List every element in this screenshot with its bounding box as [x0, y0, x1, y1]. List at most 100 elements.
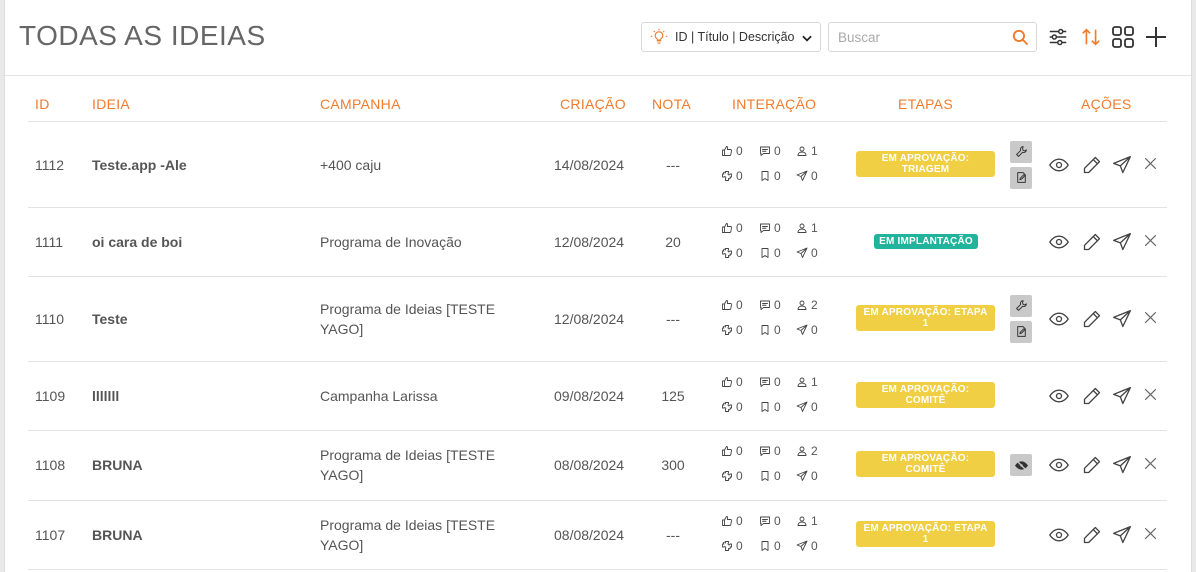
- stage-config-button[interactable]: [1010, 140, 1032, 163]
- comment-icon: [760, 446, 770, 456]
- idea-title[interactable]: oi cara de boi: [92, 232, 182, 252]
- grid-view-icon[interactable]: [1111, 25, 1135, 49]
- like-icon: [722, 145, 732, 156]
- col-header-campanha[interactable]: CAMPANHA: [320, 96, 401, 112]
- view-icon[interactable]: [1049, 309, 1069, 329]
- col-header-etapas[interactable]: ETAPAS: [898, 96, 953, 112]
- idea-score: 300: [661, 457, 685, 473]
- stage-badge[interactable]: EM APROVAÇÃO: ETAPA 1: [856, 304, 995, 331]
- search-input[interactable]: [829, 23, 999, 51]
- row-divider: [28, 361, 1167, 362]
- stage-evaluate-button[interactable]: [1010, 166, 1032, 189]
- search-field-select[interactable]: ID | Título | Descrição: [641, 22, 821, 52]
- bookmark-icon: [761, 471, 769, 481]
- stage-label: EM IMPLANTAÇÃO: [879, 236, 973, 247]
- share-icon[interactable]: [1112, 386, 1132, 406]
- interaction-comments-count: 0: [774, 444, 781, 458]
- campaign-name: Campanha Larissa: [320, 387, 438, 404]
- interaction-sends: 0: [796, 469, 818, 483]
- edit-icon[interactable]: [1082, 155, 1102, 175]
- view-icon[interactable]: [1049, 455, 1069, 475]
- bookmark-icon: [761, 170, 769, 181]
- share-icon[interactable]: [1112, 155, 1132, 175]
- idea-id: 1110: [35, 310, 65, 327]
- send-icon: [796, 247, 808, 258]
- edit-icon[interactable]: [1082, 386, 1102, 406]
- add-icon[interactable]: [1144, 25, 1168, 49]
- edit-icon[interactable]: [1082, 309, 1102, 329]
- idea-title[interactable]: BRUNA: [92, 455, 143, 475]
- col-header-nota[interactable]: NOTA: [652, 96, 691, 112]
- view-icon[interactable]: [1049, 155, 1069, 175]
- interaction-comments-count: 0: [774, 513, 781, 528]
- stage-badge[interactable]: EM IMPLANTAÇÃO: [874, 234, 978, 249]
- interaction-puzzle: 0: [721, 169, 743, 183]
- wrench-icon: [1015, 300, 1027, 311]
- interaction-sends: 0: [796, 169, 818, 183]
- user-icon: [797, 300, 807, 310]
- col-header-interacao[interactable]: INTERAÇÃO: [732, 96, 816, 112]
- interaction-bookmarks: 0: [759, 323, 781, 337]
- view-icon[interactable]: [1049, 525, 1069, 545]
- share-icon[interactable]: [1112, 525, 1132, 545]
- idea-title[interactable]: BRUNA: [92, 525, 143, 545]
- campaign-name: YAGO]: [320, 320, 364, 337]
- comment-icon: [760, 223, 770, 233]
- stage-badge[interactable]: EM APROVAÇÃO: COMITÊ: [856, 451, 995, 477]
- col-header-id[interactable]: ID: [35, 96, 50, 112]
- search-box: [828, 22, 1037, 52]
- edit-icon[interactable]: [1082, 455, 1102, 475]
- interaction-users: 1: [796, 221, 818, 235]
- campaign-name: Programa de Ideias [TESTE: [320, 300, 496, 317]
- share-icon[interactable]: [1112, 232, 1132, 252]
- delete-icon[interactable]: [1142, 155, 1159, 172]
- campaign-name: YAGO]: [320, 536, 364, 553]
- row-divider: [28, 500, 1167, 501]
- interaction-likes-count: 0: [736, 143, 743, 158]
- col-header-acoes: AÇÕES: [1081, 96, 1132, 112]
- col-header-ideia[interactable]: IDEIA: [92, 96, 130, 112]
- interaction-sends-count: 0: [811, 538, 818, 553]
- delete-icon[interactable]: [1142, 232, 1159, 249]
- lightbulb-icon: [650, 28, 668, 44]
- edit-document-icon: [1016, 326, 1026, 337]
- campaign-name: Programa de Ideias [TESTE: [320, 447, 496, 463]
- idea-title[interactable]: lllllll: [92, 386, 119, 406]
- delete-icon[interactable]: [1142, 309, 1159, 326]
- campaign-name: Programa de Inovação: [320, 233, 462, 250]
- like-icon: [722, 376, 732, 387]
- interaction-likes-count: 0: [736, 297, 743, 312]
- sort-icon[interactable]: [1080, 26, 1102, 48]
- filter-sliders-icon[interactable]: [1047, 26, 1069, 48]
- interaction-comments-count: 0: [774, 143, 781, 158]
- interaction-sends: 0: [796, 539, 818, 553]
- send-icon: [796, 470, 808, 481]
- chevron-down-icon: [802, 35, 812, 42]
- stage-badge[interactable]: EM APROVAÇÃO: TRIAGEM: [856, 150, 995, 177]
- idea-title[interactable]: Teste: [92, 309, 128, 329]
- col-header-criacao[interactable]: CRIAÇÃO: [560, 96, 626, 112]
- stage-evaluate-button[interactable]: [1010, 320, 1032, 343]
- interaction-users: 1: [796, 375, 818, 389]
- stage-badge[interactable]: EM APROVAÇÃO: ETAPA 1: [856, 520, 995, 547]
- delete-icon[interactable]: [1142, 525, 1159, 542]
- stage-label: EM APROVAÇÃO: ETAPA: [863, 522, 988, 534]
- edit-icon[interactable]: [1082, 525, 1102, 545]
- stage-badge[interactable]: EM APROVAÇÃO: COMITÊ: [856, 381, 995, 408]
- delete-icon[interactable]: [1142, 455, 1159, 472]
- view-icon[interactable]: [1049, 232, 1069, 252]
- search-icon[interactable]: [1011, 28, 1030, 47]
- interaction-comments-count: 0: [774, 297, 781, 312]
- share-icon[interactable]: [1112, 455, 1132, 475]
- interaction-likes: 0: [721, 144, 743, 158]
- delete-icon[interactable]: [1142, 386, 1159, 403]
- stage-config-button[interactable]: [1010, 294, 1032, 317]
- edit-icon[interactable]: [1082, 232, 1102, 252]
- idea-title[interactable]: Teste.app -Ale: [92, 155, 187, 175]
- interaction-bookmarks: 0: [759, 169, 781, 183]
- view-icon[interactable]: [1049, 386, 1069, 406]
- idea-id: 1111: [35, 233, 64, 250]
- hidden-stage-button[interactable]: [1010, 454, 1032, 476]
- share-icon[interactable]: [1112, 309, 1132, 329]
- interaction-puzzle-count: 0: [736, 399, 743, 414]
